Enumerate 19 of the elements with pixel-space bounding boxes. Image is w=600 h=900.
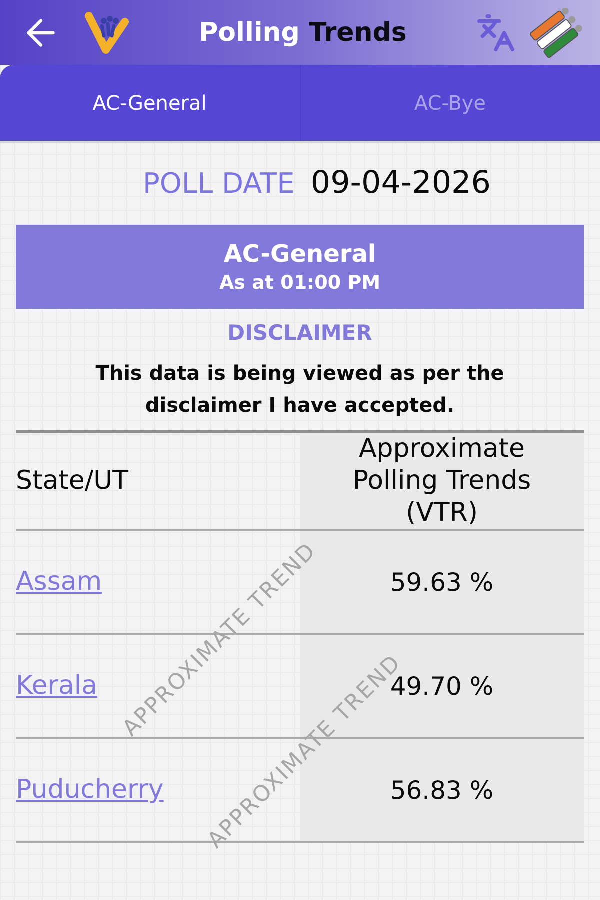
- tricolor-ballot-icon: [530, 8, 584, 58]
- banner-time: As at 01:00 PM: [219, 272, 381, 294]
- disclaimer-text: This data is being viewed as per the disclaimer I have accepted.: [94, 360, 506, 419]
- state-link[interactable]: Assam: [16, 567, 102, 597]
- disclaimer-heading: DISCLAIMER: [226, 321, 374, 345]
- poll-date-label: POLL DATE: [142, 167, 295, 200]
- state-link[interactable]: Kerala: [16, 671, 98, 701]
- banner-title: AC-General: [224, 240, 376, 268]
- state-link[interactable]: Puducherry: [16, 775, 164, 805]
- translate-icon: [476, 12, 516, 52]
- poll-date-value: 09-04-2026: [310, 165, 492, 201]
- tab[interactable]: AC-Bye: [404, 85, 496, 121]
- column-header: State/UT: [16, 466, 128, 496]
- page-title: Polling Trends: [198, 18, 408, 48]
- column-header: Approximate Polling Trends (VTR): [352, 433, 532, 529]
- tab[interactable]: AC-General: [82, 85, 217, 121]
- trend-value: 59.63 %: [390, 568, 494, 596]
- logo-icon: [84, 10, 130, 56]
- trend-value: 56.83 %: [390, 776, 494, 804]
